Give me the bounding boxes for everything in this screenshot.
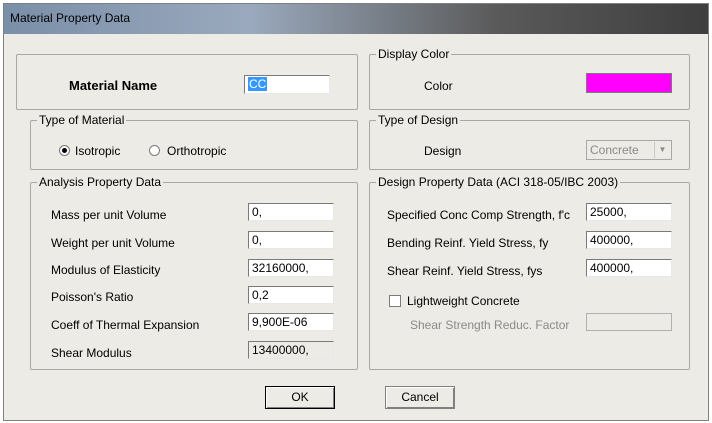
analysis-property-panel: Analysis Property Data Mass per unit Vol… <box>30 175 358 370</box>
thermal-expansion-input[interactable]: 9,900E-06 <box>248 313 334 331</box>
type-of-material-panel: Type of Material Isotropic Orthotropic <box>30 113 358 170</box>
material-property-dialog: Material Property Data Material Name CC … <box>3 3 709 421</box>
shear-reduction-factor-input <box>586 313 672 331</box>
material-name-panel: Material Name CC <box>16 54 358 110</box>
design-property-legend: Design Property Data (ACI 318-05/IBC 200… <box>376 175 621 189</box>
chevron-down-icon[interactable]: ▼ <box>654 142 670 158</box>
shear-reduction-factor-label: Shear Strength Reduc. Factor <box>410 318 570 332</box>
modulus-elasticity-label: Modulus of Elasticity <box>51 263 161 277</box>
material-name-input[interactable]: CC <box>244 75 330 94</box>
type-of-design-legend: Type of Design <box>376 113 461 127</box>
analysis-property-legend: Analysis Property Data <box>37 175 164 189</box>
type-of-design-panel: Type of Design Design Concrete ▼ <box>369 113 690 170</box>
display-color-panel: Display Color Color <box>369 47 690 110</box>
conc-comp-strength-input[interactable]: 25000, <box>586 203 672 221</box>
design-property-panel: Design Property Data (ACI 318-05/IBC 200… <box>369 175 690 370</box>
orthotropic-label[interactable]: Orthotropic <box>167 144 226 158</box>
orthotropic-radio[interactable] <box>149 145 160 156</box>
bending-yield-stress-label: Bending Reinf. Yield Stress, fy <box>387 236 549 250</box>
conc-comp-strength-label: Specified Conc Comp Strength, f'c <box>387 208 571 222</box>
bending-yield-stress-input[interactable]: 400000, <box>586 231 672 249</box>
weight-per-volume-label: Weight per unit Volume <box>51 236 175 250</box>
design-combobox[interactable]: Concrete ▼ <box>586 140 672 160</box>
mass-per-volume-label: Mass per unit Volume <box>51 208 167 222</box>
design-label: Design <box>424 144 462 158</box>
shear-yield-stress-label: Shear Reinf. Yield Stress, fys <box>387 264 543 278</box>
shear-modulus-value: 13400000, <box>248 341 334 359</box>
window-title: Material Property Data <box>10 11 131 25</box>
color-label: Color <box>424 79 453 93</box>
modulus-elasticity-input[interactable]: 32160000, <box>248 259 334 277</box>
poissons-ratio-input[interactable]: 0,2 <box>248 286 334 304</box>
isotropic-label[interactable]: Isotropic <box>75 144 120 158</box>
shear-yield-stress-input[interactable]: 400000, <box>586 259 672 277</box>
material-name-label: Material Name <box>69 78 158 93</box>
lightweight-concrete-checkbox[interactable] <box>389 295 401 307</box>
title-bar[interactable]: Material Property Data <box>4 4 708 34</box>
radio-selected-dot <box>62 148 67 153</box>
poissons-ratio-label: Poisson's Ratio <box>51 290 134 304</box>
cancel-button[interactable]: Cancel <box>385 386 455 409</box>
color-swatch[interactable] <box>586 73 672 93</box>
type-of-material-legend: Type of Material <box>37 113 127 127</box>
shear-modulus-label: Shear Modulus <box>51 346 132 360</box>
thermal-expansion-label: Coeff of Thermal Expansion <box>51 318 200 332</box>
mass-per-volume-input[interactable]: 0, <box>248 203 334 221</box>
ok-button[interactable]: OK <box>265 386 335 409</box>
display-color-legend: Display Color <box>376 47 452 61</box>
weight-per-volume-input[interactable]: 0, <box>248 231 334 249</box>
isotropic-radio[interactable] <box>59 145 70 156</box>
design-combobox-value: Concrete <box>590 143 639 157</box>
lightweight-concrete-label[interactable]: Lightweight Concrete <box>407 294 520 308</box>
material-name-selected-text: CC <box>248 77 268 91</box>
